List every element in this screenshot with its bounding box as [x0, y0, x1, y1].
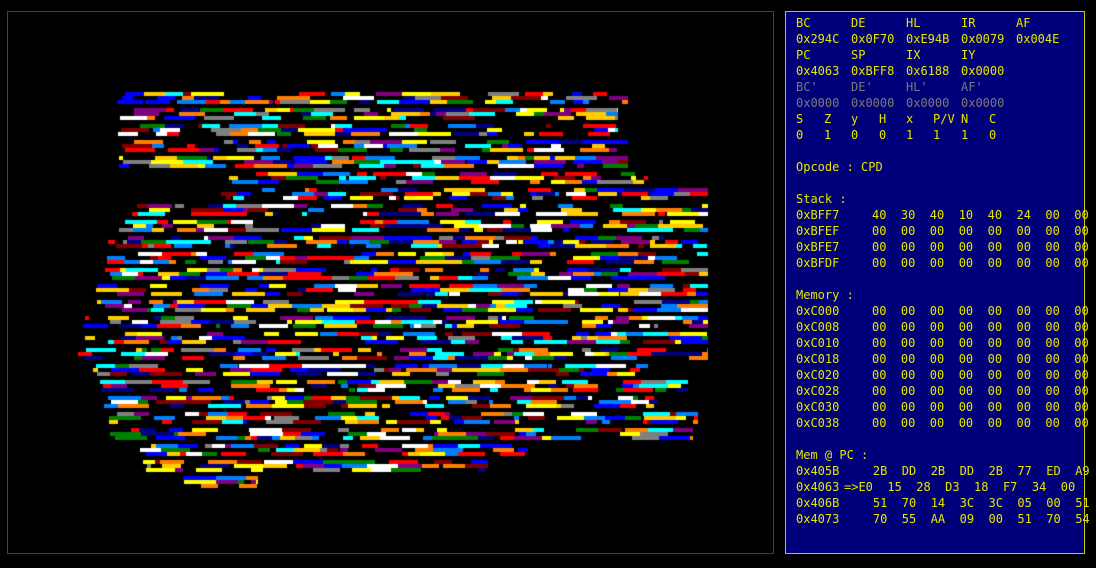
memory-bytes: 00 00 00 00 00 00 00 00: [872, 400, 1089, 414]
flag-label: C: [989, 112, 997, 126]
memory-bytes: 00 00 00 00 00 00 00 00: [872, 336, 1089, 350]
memory-title: Memory :: [796, 288, 854, 302]
flag-label: S: [796, 112, 804, 126]
reg-label: AF': [961, 80, 983, 94]
stack-addr: 0xBFF7: [796, 208, 840, 222]
memory-bytes: 00 00 00 00 00 00 00 00: [872, 384, 1089, 398]
memory-bytes: 00 00 00 00 00 00 00 00: [872, 416, 1089, 430]
reg-value: 0x4063: [796, 64, 840, 78]
reg-value: 0x6188: [906, 64, 950, 78]
memory-addr: 0xC028: [796, 384, 840, 398]
reg-label: IX: [906, 48, 921, 62]
memory-bytes: 00 00 00 00 00 00 00 00: [872, 320, 1089, 334]
reg-label: SP: [851, 48, 866, 62]
memory-addr: 0xC000: [796, 304, 840, 318]
memory-addr: 0xC038: [796, 416, 840, 430]
stack-title: Stack :: [796, 192, 847, 206]
mem-pc-addr: 0x406B: [796, 496, 840, 510]
stack-addr: 0xBFDF: [796, 256, 840, 270]
reg-label: PC: [796, 48, 811, 62]
reg-value: 0x0000: [851, 96, 895, 110]
flag-label: y: [851, 112, 859, 126]
reg-value: 0x0000: [796, 96, 840, 110]
flag-value: 0: [851, 128, 859, 142]
reg-value: 0x0000: [961, 64, 1005, 78]
reg-value: 0xBFF8: [851, 64, 895, 78]
flag-value: 0: [796, 128, 804, 142]
mem-pc-title: Mem @ PC :: [796, 448, 869, 462]
memory-addr: 0xC018: [796, 352, 840, 366]
stack-bytes: 00 00 00 00 00 00 00 00: [872, 224, 1089, 238]
mem-pc-addr: 0x4073: [796, 512, 840, 526]
flag-label: P/V: [933, 112, 955, 126]
memory-addr: 0xC008: [796, 320, 840, 334]
memory-bytes: 00 00 00 00 00 00 00 00: [872, 352, 1089, 366]
flag-value: 0: [989, 128, 997, 142]
reg-value: 0x0F70: [851, 32, 895, 46]
flag-label: H: [879, 112, 887, 126]
reg-value: 0x294C: [796, 32, 840, 46]
stack-bytes: 00 00 00 00 00 00 00 00: [872, 256, 1089, 270]
reg-value: 0x004E: [1016, 32, 1060, 46]
reg-value: 0x0000: [961, 96, 1005, 110]
reg-label: DE: [851, 16, 866, 30]
mem-pc-bytes-current: =>E0 15 28 D3 18 F7 34 00: [844, 480, 1076, 494]
stack-bytes: 40 30 40 10 40 24 00 00: [872, 208, 1089, 222]
flag-value: 1: [824, 128, 832, 142]
reg-label: DE': [851, 80, 873, 94]
reg-label: BC: [796, 16, 811, 30]
flag-value: 1: [933, 128, 941, 142]
opcode-display: Opcode : CPD: [796, 160, 883, 174]
flag-label: N: [961, 112, 969, 126]
reg-label: IR: [961, 16, 976, 30]
mem-pc-bytes: 70 55 AA 09 00 51 70 54: [844, 512, 1090, 526]
reg-label: HL': [906, 80, 928, 94]
emulator-screen: [7, 11, 774, 554]
debugger-panel: BC DE HL IR AF 0x294C 0x0F70 0xE94B 0x00…: [785, 11, 1090, 554]
stack-addr: 0xBFE7: [796, 240, 840, 254]
mem-pc-addr: 0x4063: [796, 480, 840, 494]
mem-pc-bytes: 51 70 14 3C 3C 05 00 51: [844, 496, 1090, 510]
flag-value: 0: [879, 128, 887, 142]
flag-label: x: [906, 112, 914, 126]
emulator-framebuffer: [8, 12, 773, 553]
reg-value: 0x0000: [906, 96, 950, 110]
reg-label: HL: [906, 16, 921, 30]
memory-addr: 0xC030: [796, 400, 840, 414]
mem-pc-bytes: 2B DD 2B DD 2B 77 ED A9: [844, 464, 1090, 478]
stack-addr: 0xBFEF: [796, 224, 840, 238]
flag-value: 1: [961, 128, 969, 142]
memory-addr: 0xC020: [796, 368, 840, 382]
memory-bytes: 00 00 00 00 00 00 00 00: [872, 304, 1089, 318]
reg-value: 0x0079: [961, 32, 1005, 46]
reg-label: IY: [961, 48, 976, 62]
memory-addr: 0xC010: [796, 336, 840, 350]
reg-value: 0xE94B: [906, 32, 950, 46]
flag-label: Z: [824, 112, 832, 126]
mem-pc-addr: 0x405B: [796, 464, 840, 478]
memory-bytes: 00 00 00 00 00 00 00 00: [872, 368, 1089, 382]
stack-bytes: 00 00 00 00 00 00 00 00: [872, 240, 1089, 254]
reg-label: BC': [796, 80, 818, 94]
flag-value: 1: [906, 128, 914, 142]
reg-label: AF: [1016, 16, 1031, 30]
